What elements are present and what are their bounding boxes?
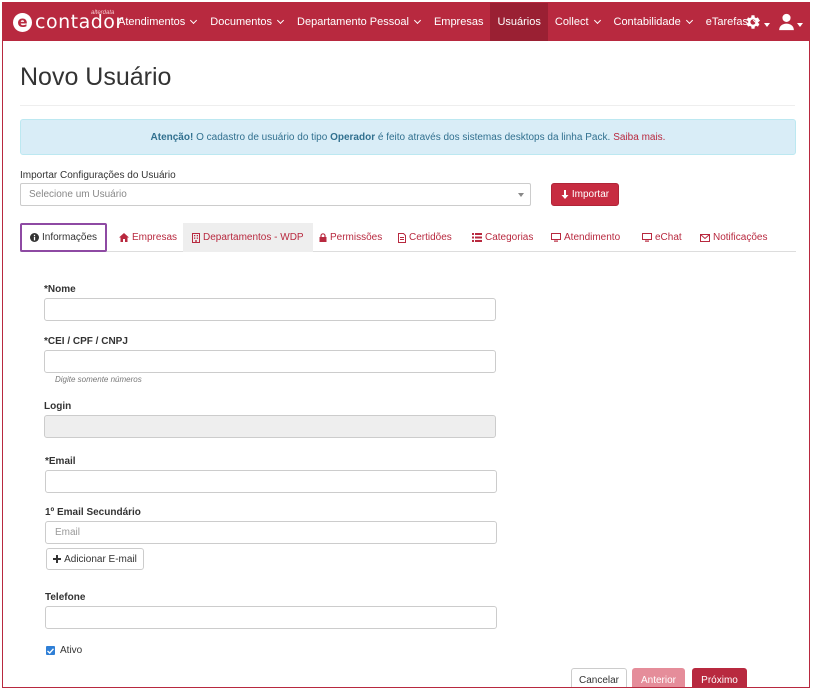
- tab-label: Departamentos - WDP: [203, 232, 304, 243]
- cpf-help: Digite somente números: [55, 375, 142, 384]
- email2-placeholder: Email: [55, 527, 81, 538]
- next-button[interactable]: Próximo: [692, 668, 747, 687]
- nav-label: Collect: [554, 16, 589, 28]
- alert-text-2: é feito através dos sistemas desktops da…: [377, 131, 611, 143]
- tab-bar: Informações Empresas Departamentos - WDP…: [20, 223, 796, 252]
- nav-item-documentos[interactable]: Documentos: [203, 3, 290, 41]
- chevron-down-icon: [190, 16, 198, 24]
- nav-label: Documentos: [210, 16, 273, 28]
- import-button-label: Importar: [571, 189, 610, 200]
- nav-label: Departamento Pessoal: [297, 16, 409, 28]
- page-title: Novo Usuário: [20, 63, 172, 91]
- arrow-down-icon: [561, 190, 569, 199]
- ativo-label: Ativo: [60, 645, 83, 656]
- tab-echat[interactable]: eChat: [642, 223, 682, 252]
- telefone-label: Telefone: [45, 592, 86, 603]
- tab-label: Notificações: [713, 232, 768, 243]
- nav-item-atendimentos[interactable]: Atendimentos: [111, 3, 203, 41]
- plus-icon: [53, 555, 62, 563]
- nav-label: Usuários: [497, 16, 541, 28]
- alert-bold: Operador: [330, 131, 376, 143]
- caret-down-icon: [764, 23, 770, 27]
- saiba-mais-link[interactable]: Saiba mais.: [613, 132, 665, 143]
- email-label: *Email: [45, 456, 76, 467]
- email-input[interactable]: [45, 470, 497, 493]
- info-icon: [30, 233, 39, 242]
- checkmark-icon: [47, 647, 54, 654]
- tab-notificacoes[interactable]: Notificações: [700, 223, 767, 252]
- chevron-down-icon: [276, 16, 285, 24]
- monitor-icon: [642, 233, 652, 242]
- nav-label: Empresas: [433, 16, 484, 28]
- main-menu: Atendimentos Documentos Departamento Pes…: [111, 3, 766, 41]
- user-menu[interactable]: [778, 13, 803, 31]
- tab-empresas[interactable]: Empresas: [119, 223, 177, 252]
- lock-icon: [319, 233, 327, 242]
- logo-e-icon: e: [13, 12, 32, 32]
- tab-label: Permissões: [330, 232, 383, 243]
- tab-departamentos-wdp[interactable]: Departamentos - WDP: [183, 223, 313, 252]
- nav-label: Atendimentos: [118, 16, 186, 28]
- chevron-down-icon: [413, 16, 421, 24]
- email2-input[interactable]: Email: [45, 521, 497, 544]
- nav-item-collect[interactable]: Collect: [548, 3, 607, 41]
- previous-button[interactable]: Anterior: [632, 668, 685, 687]
- tab-label: Atendimento: [564, 232, 621, 243]
- user-icon: [779, 13, 794, 31]
- tab-label: Informações: [42, 232, 98, 243]
- alert-text-1: O cadastro de usuário do tipo: [196, 131, 328, 143]
- brand-logo[interactable]: e contador alterdata: [13, 9, 124, 35]
- divider: [20, 105, 795, 106]
- nav-item-contabilidade[interactable]: Contabilidade: [607, 3, 699, 41]
- home-icon: [119, 233, 129, 242]
- tab-label: Empresas: [132, 232, 178, 243]
- monitor-icon: [551, 233, 561, 242]
- alert-prefix: Atenção!: [150, 131, 194, 143]
- cpf-label: *CEI / CPF / CNPJ: [44, 336, 128, 347]
- nome-label: *Nome: [44, 284, 76, 295]
- gear-icon: [746, 15, 760, 29]
- top-navbar: e contador alterdata Atendimentos Docume…: [3, 3, 809, 41]
- app-window: e contador alterdata Atendimentos Docume…: [2, 2, 810, 688]
- nome-input[interactable]: [44, 298, 496, 321]
- add-email-button[interactable]: Adicionar E-mail: [46, 548, 144, 570]
- tab-informacoes[interactable]: Informações: [20, 223, 108, 252]
- nav-label: eTarefas: [705, 16, 748, 28]
- import-button[interactable]: Importar: [551, 183, 619, 206]
- nav-item-empresas[interactable]: Empresas: [427, 3, 491, 41]
- tab-label: eChat: [655, 232, 682, 243]
- tab-atendimento[interactable]: Atendimento: [551, 223, 620, 252]
- nav-item-usuarios[interactable]: Usuários: [490, 3, 548, 41]
- chevron-down-icon: [685, 16, 693, 24]
- telefone-input[interactable]: [45, 606, 497, 629]
- cancel-button[interactable]: Cancelar: [571, 668, 627, 687]
- caret-down-icon: [518, 193, 524, 197]
- tab-permissoes[interactable]: Permissões: [319, 223, 382, 252]
- chevron-down-icon: [593, 16, 601, 24]
- cpf-input[interactable]: [44, 350, 496, 373]
- add-email-label: Adicionar E-mail: [64, 553, 137, 565]
- tab-label: Certidões: [409, 232, 452, 243]
- info-alert: Atenção! O cadastro de usuário do tipo O…: [20, 119, 796, 155]
- nav-label: Contabilidade: [613, 16, 681, 28]
- ativo-checkbox[interactable]: [46, 646, 55, 655]
- login-label: Login: [44, 401, 72, 412]
- building-icon: [192, 232, 200, 243]
- caret-down-icon: [797, 23, 803, 27]
- settings-menu[interactable]: [744, 13, 770, 31]
- user-select[interactable]: Selecione um Usuário: [20, 183, 531, 206]
- envelope-icon: [700, 233, 710, 242]
- tab-categorias[interactable]: Categorias: [472, 223, 533, 252]
- tab-label: Categorias: [485, 232, 534, 243]
- import-label: Importar Configurações do Usuário: [20, 170, 176, 181]
- nav-right: [744, 3, 803, 41]
- nav-item-departamento-pessoal[interactable]: Departamento Pessoal: [290, 3, 427, 41]
- select-placeholder: Selecione um Usuário: [29, 189, 127, 200]
- email2-label: 1º Email Secundário: [45, 507, 141, 518]
- login-input: [44, 415, 496, 438]
- document-icon: [398, 232, 406, 243]
- list-icon: [472, 233, 482, 242]
- tab-certidoes[interactable]: Certidões: [398, 223, 452, 252]
